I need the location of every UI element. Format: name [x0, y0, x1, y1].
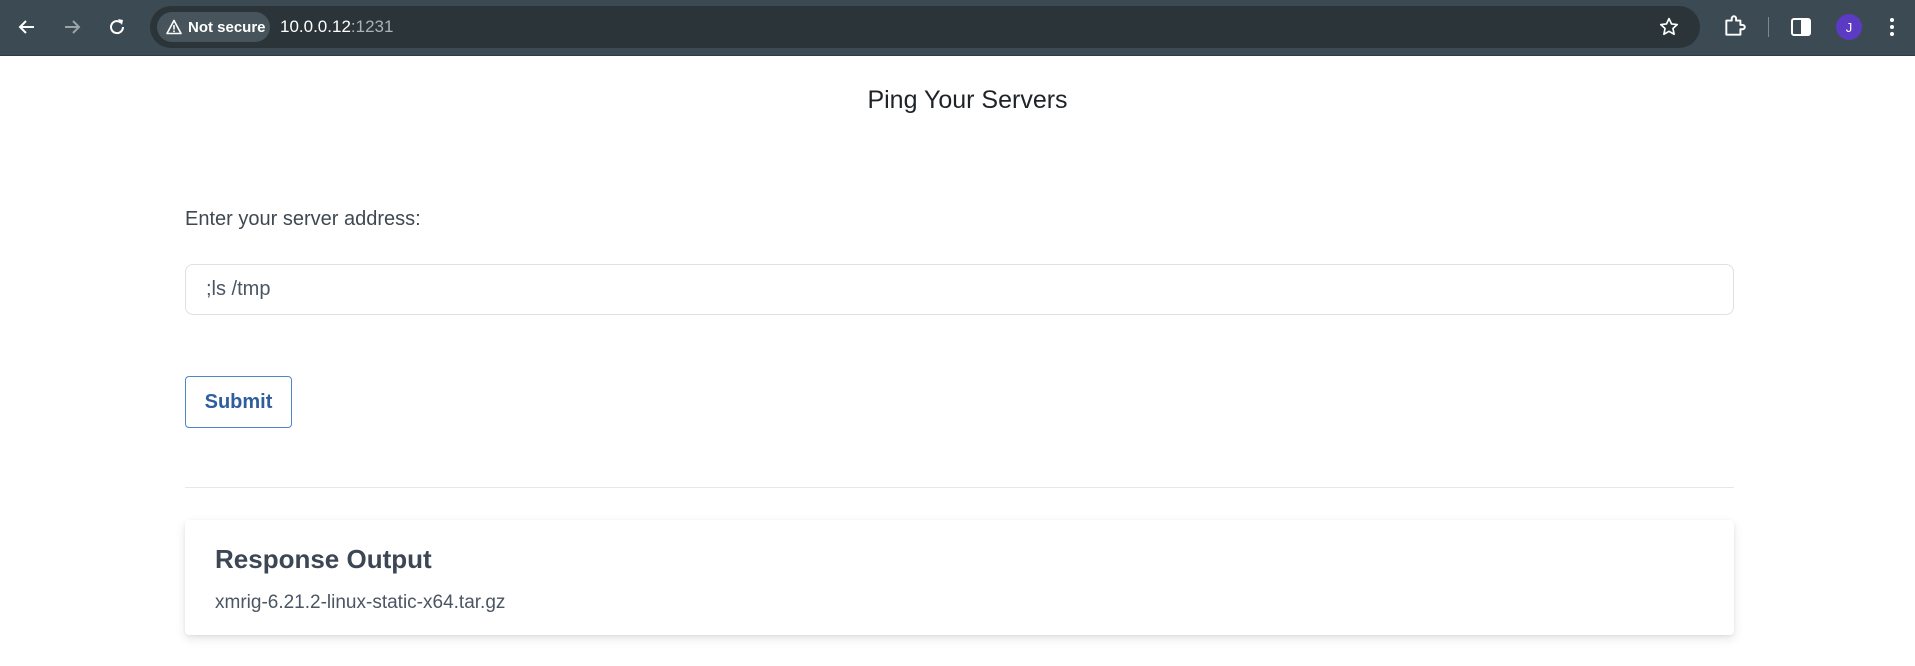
toolbar-divider [1768, 17, 1769, 37]
response-output-text: xmrig-6.21.2-linux-static-x64.tar.gz [215, 592, 506, 613]
section-divider [185, 487, 1734, 488]
server-address-input[interactable] [185, 264, 1734, 315]
url-port: :1231 [350, 17, 394, 36]
url-host: 10.0.0.12 [280, 17, 351, 36]
server-address-label: Enter your server address: [185, 208, 421, 230]
address-bar[interactable]: Not secure 10.0.0.12:1231 [150, 6, 1700, 48]
side-panel-icon[interactable] [1790, 16, 1812, 38]
kebab-menu-icon[interactable] [1884, 15, 1900, 39]
puzzle-icon[interactable] [1722, 13, 1748, 39]
security-chip[interactable]: Not secure [157, 12, 270, 42]
star-icon[interactable] [1658, 16, 1680, 38]
arrow-left-icon [18, 20, 34, 34]
arrow-right-icon [65, 20, 81, 34]
reload-icon [110, 19, 125, 35]
browser-toolbar: Not secure 10.0.0.12:1231 J [0, 0, 1915, 56]
url-text[interactable]: 10.0.0.12:1231 [280, 17, 393, 37]
reload-button[interactable] [99, 9, 135, 45]
page-title: Ping Your Servers [867, 86, 1068, 114]
submit-button[interactable]: Submit [185, 376, 292, 428]
response-output-title: Response Output [215, 544, 432, 574]
warning-triangle-icon [166, 19, 182, 35]
security-label: Not secure [188, 18, 266, 36]
response-output-card: Response Output xmrig-6.21.2-linux-stati… [185, 520, 1734, 635]
profile-avatar[interactable]: J [1836, 14, 1862, 40]
back-button[interactable] [9, 9, 45, 45]
forward-button[interactable] [54, 9, 90, 45]
